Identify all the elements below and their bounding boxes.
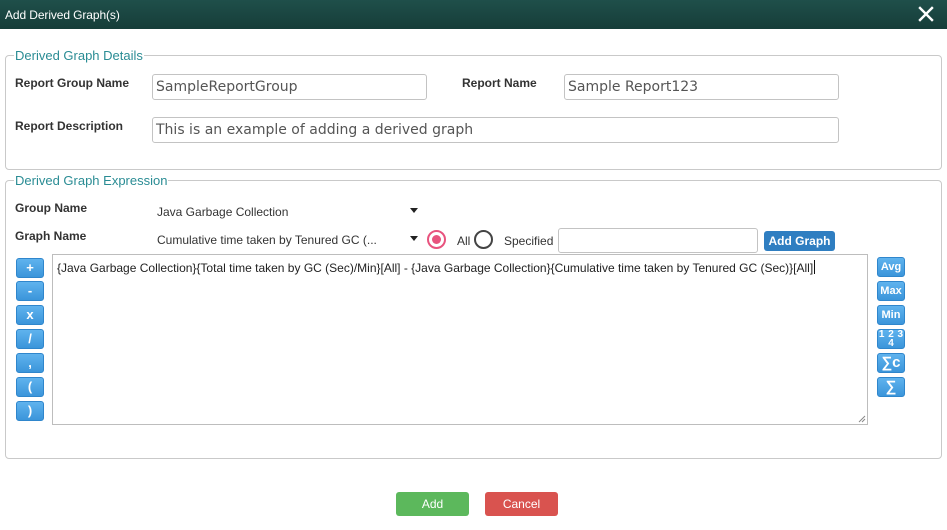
details-legend: Derived Graph Details (15, 48, 143, 63)
function-count-button[interactable]: 1 2 3 4 (877, 329, 905, 349)
close-icon[interactable] (917, 5, 935, 23)
expression-text: {Java Garbage Collection}{Total time tak… (57, 261, 814, 275)
expression-textarea[interactable]: {Java Garbage Collection}{Total time tak… (52, 254, 868, 425)
group-name-label: Group Name (15, 201, 88, 215)
report-name-input[interactable]: Sample Report123 (564, 74, 839, 100)
add-graph-button[interactable]: Add Graph (764, 231, 835, 251)
function-max-button[interactable]: Max (877, 281, 905, 301)
operator-open-paren-button[interactable]: ( (16, 377, 44, 397)
operator-comma-button[interactable]: , (16, 353, 44, 373)
group-name-value: Java Garbage Collection (157, 205, 289, 219)
group-name-select[interactable]: Java Garbage Collection (152, 200, 420, 222)
report-name-label: Report Name (462, 76, 537, 90)
add-button[interactable]: Add (396, 492, 469, 516)
operator-close-paren-button[interactable]: ) (16, 401, 44, 421)
graph-name-select[interactable]: Cumulative time taken by Tenured GC (... (152, 228, 420, 250)
radio-specified-label: Specified (504, 234, 554, 248)
report-description-label: Report Description (15, 119, 124, 133)
radio-specified[interactable] (474, 230, 493, 249)
resize-grip-icon[interactable] (858, 415, 866, 423)
chevron-down-icon (410, 236, 418, 241)
operator-divide-button[interactable]: / (16, 329, 44, 349)
title-bar: Add Derived Graph(s) (0, 0, 947, 29)
operator-minus-button[interactable]: - (16, 281, 44, 301)
function-sum-button[interactable]: ∑ (877, 377, 905, 397)
function-sum-count-button[interactable]: ∑c (877, 353, 905, 373)
radio-all-label: All (457, 234, 471, 248)
text-cursor (814, 260, 816, 274)
function-avg-button[interactable]: Avg (877, 257, 905, 277)
add-derived-graph-dialog: Add Derived Graph(s) Derived Graph Detai… (0, 0, 947, 530)
radio-all[interactable] (427, 230, 446, 249)
graph-name-label: Graph Name (15, 229, 87, 243)
report-group-name-label: Report Group Name (15, 76, 130, 90)
graph-name-value: Cumulative time taken by Tenured GC (... (157, 233, 377, 247)
operator-plus-button[interactable]: + (16, 258, 44, 278)
report-group-name-input[interactable]: SampleReportGroup (152, 74, 427, 100)
derived-graph-details-section: Derived Graph Details (5, 48, 942, 170)
operator-multiply-button[interactable]: x (16, 305, 44, 325)
function-min-button[interactable]: Min (877, 305, 905, 325)
chevron-down-icon (410, 208, 418, 213)
cancel-button[interactable]: Cancel (485, 492, 558, 516)
expression-legend: Derived Graph Expression (15, 173, 168, 188)
dialog-title: Add Derived Graph(s) (5, 8, 120, 22)
report-description-input[interactable]: This is an example of adding a derived g… (152, 117, 839, 143)
specified-input[interactable] (558, 228, 758, 253)
